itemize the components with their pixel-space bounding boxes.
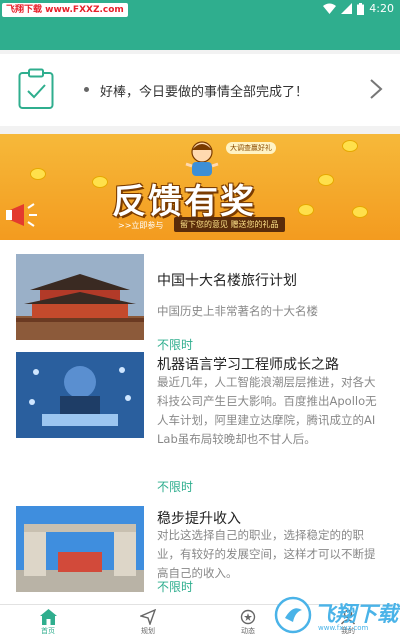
task-status-text: 好棒，今日要做的事情全部完成了！	[100, 85, 309, 100]
coin-decoration	[352, 206, 368, 218]
tab-moments[interactable]: 动态	[218, 605, 278, 640]
tab-label: 首页	[41, 627, 55, 635]
tab-label: 动态	[241, 627, 255, 635]
article-time-tag: 不限时	[157, 338, 194, 352]
download-site-watermark: 飞翔下载 www.fxxz.com	[274, 594, 398, 638]
article-time-tag: 不限时	[157, 480, 194, 494]
signal-icon	[341, 3, 353, 14]
status-bar: 飞翔下载 www.FXXZ.com 4:20	[0, 0, 400, 20]
article-thumbnail	[16, 506, 144, 592]
coin-decoration	[318, 174, 334, 186]
status-indicators: 4:20	[323, 2, 394, 15]
clipboard-check-icon	[18, 68, 54, 109]
tab-home[interactable]: 首页	[18, 605, 78, 640]
article-time-tag: 不限时	[157, 580, 194, 594]
tab-label: 规划	[141, 627, 155, 635]
moments-icon	[240, 609, 256, 625]
coin-decoration	[342, 140, 358, 152]
app-bar	[0, 20, 400, 50]
watermark-badge: 飞翔下载 www.FXXZ.com	[2, 3, 128, 17]
watermark-url: www.fxxz.com	[318, 624, 369, 632]
tab-plan[interactable]: 规划	[118, 605, 178, 640]
article-card[interactable]: 稳步提升收入 对比这选择自己的职业，选择稳定的的职业，有较好的发展空间，这样才可…	[0, 506, 400, 596]
article-card[interactable]: 机器语言学习工程师成长之路 最近几年，人工智能浪潮层层推进，对各大科技公司产生巨…	[0, 352, 400, 502]
article-title: 机器语言学习工程师成长之路	[157, 357, 339, 373]
article-thumbnail	[16, 352, 144, 438]
home-icon	[39, 609, 57, 625]
coin-decoration	[298, 204, 314, 216]
wifi-icon	[323, 3, 337, 14]
banner-title: 反馈有奖	[112, 182, 256, 222]
megaphone-icon	[6, 203, 37, 227]
feedback-banner[interactable]: 大调查赢好礼 反馈有奖 >>立即参与 留下您的意见 赠送您的礼品	[0, 134, 400, 240]
battery-icon	[357, 2, 365, 15]
survey-badge: 大调查赢好礼	[226, 142, 276, 154]
status-time: 4:20	[369, 2, 394, 15]
article-title: 中国十大名楼旅行计划	[157, 273, 297, 289]
cartoon-person-icon	[185, 141, 219, 176]
article-title: 稳步提升收入	[157, 511, 241, 527]
coin-decoration	[92, 176, 108, 188]
article-description: 中国历史上非常著名的十大名楼	[157, 304, 318, 318]
send-icon	[140, 609, 156, 625]
article-list: 中国十大名楼旅行计划 中国历史上非常著名的十大名楼 不限时 机器语言学习工程师成…	[0, 240, 400, 604]
coin-decoration	[30, 168, 46, 180]
banner-subtitle: 留下您的意见 赠送您的礼品	[174, 217, 285, 232]
task-bullet	[84, 87, 89, 92]
watermark-logo-icon	[274, 596, 312, 634]
chevron-right-icon[interactable]	[368, 78, 384, 100]
article-card[interactable]: 中国十大名楼旅行计划 中国历史上非常著名的十大名楼 不限时	[0, 254, 400, 352]
article-thumbnail	[16, 254, 144, 340]
daily-task-card[interactable]: 好棒，今日要做的事情全部完成了！	[0, 54, 400, 126]
article-description: 对比这选择自己的职业，选择稳定的的职业，有较好的发展空间，这样才可以不断提高自己…	[157, 528, 376, 580]
article-description: 最近几年，人工智能浪潮层层推进，对各大科技公司产生巨大影响。百度推出Apollo…	[157, 375, 377, 446]
banner-join-link[interactable]: >>立即参与	[118, 220, 163, 231]
